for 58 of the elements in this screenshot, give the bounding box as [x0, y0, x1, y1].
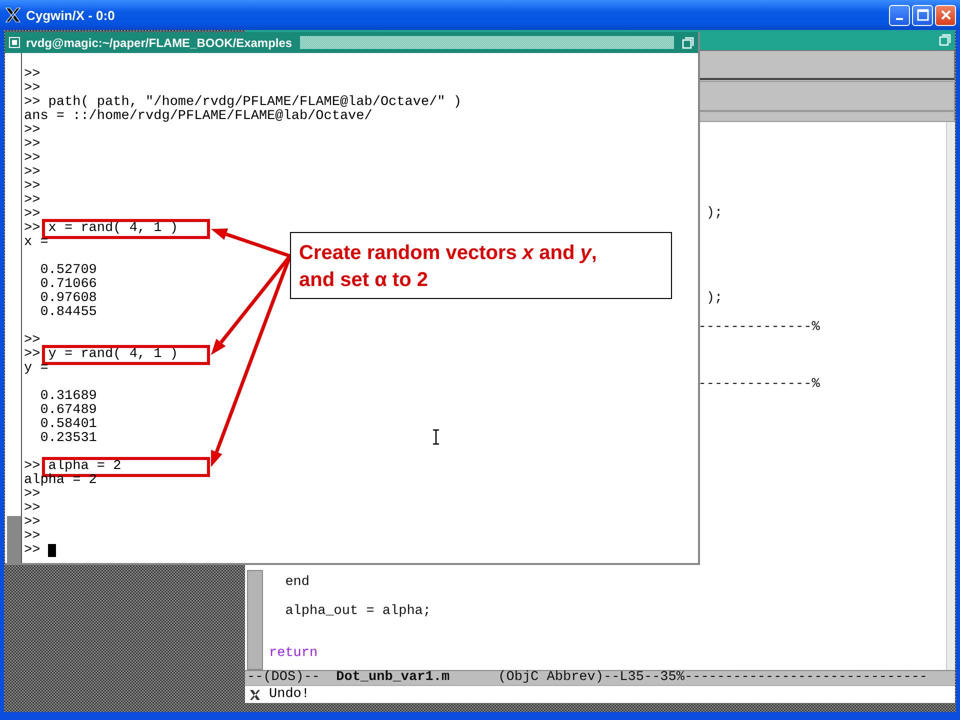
terminal-line: 0.97608 [39, 292, 97, 306]
terminal-line: 0.71066 [39, 278, 97, 292]
code-text: --------------% [698, 320, 820, 335]
maximize-icon[interactable] [682, 36, 694, 48]
terminal-line: 0.58401 [39, 418, 97, 432]
terminal-line: >> [24, 82, 40, 96]
scrollbar-thumb[interactable] [247, 570, 263, 670]
callout-text: Create random vectors x and y, [299, 241, 598, 266]
terminal-line: >> x = rand( 4, 1 ) [24, 222, 178, 236]
close-button[interactable] [935, 4, 956, 26]
scrollbar-thumb[interactable] [7, 516, 21, 563]
maximize-icon[interactable] [939, 34, 951, 46]
terminal-line: ans = ::/home/rvdg/PFLAME/FLAME@lab/Octave/ [24, 110, 372, 124]
terminal-line: >> [24, 152, 40, 166]
minimize-icon [896, 18, 903, 20]
terminal-line: >> y = rand( 4, 1 ) [24, 348, 178, 362]
terminal-line: >> [24, 502, 40, 516]
terminal-line: >> [24, 180, 40, 194]
terminal-line: 0.67489 [39, 404, 97, 418]
code-text: alpha_out = alpha; [285, 604, 432, 619]
window-menu-icon[interactable] [9, 37, 20, 48]
terminal-line: >> path( path, "/home/rvdg/PFLAME/FLAME@lab/Octave/" ) [24, 96, 462, 110]
window-title: Cygwin/X - 0:0 [26, 8, 115, 22]
terminal-line: >> alpha = 2 [24, 460, 122, 474]
code-text: --------------% [698, 376, 820, 392]
terminal-line: alpha = 2 [24, 474, 97, 488]
callout-text: and set α to 2 [299, 268, 429, 293]
terminal-line: 0.84455 [39, 306, 97, 320]
maximize-button[interactable] [912, 4, 933, 26]
text-cursor-icon [432, 429, 440, 445]
terminal-line: >> [24, 124, 40, 138]
close-icon [940, 9, 952, 21]
terminal-line: >> [24, 208, 40, 222]
maximize-icon [916, 9, 928, 21]
terminal-line: >> [24, 166, 40, 180]
terminal-line: >> [24, 488, 40, 502]
terminal-line: >> [24, 68, 40, 82]
code-text: ); [706, 291, 723, 306]
terminal-line: 0.31689 [39, 390, 97, 404]
x-logo-icon [249, 688, 261, 700]
code-text: end [285, 575, 310, 590]
keyword-text: return [269, 646, 318, 662]
code-text: ); [706, 206, 723, 222]
terminal-line: >> [24, 334, 40, 348]
terminal-line: y = [24, 362, 48, 376]
minimize-button[interactable] [889, 4, 910, 26]
minibuffer-message: Undo! [269, 687, 310, 702]
terminal-title: rvdg@magic:~/paper/FLAME_BOOK/Examples [26, 36, 292, 50]
x-logo-icon [4, 6, 22, 24]
terminal-line: 0.52709 [39, 264, 97, 278]
terminal-line: >> [24, 544, 40, 558]
scrollbar[interactable] [7, 53, 22, 563]
terminal-line: >> [24, 138, 40, 152]
terminal-line: >> [24, 530, 40, 544]
terminal-line: >> [24, 194, 40, 208]
terminal-line: >> [24, 516, 40, 530]
terminal-line: 0.23531 [39, 432, 97, 446]
terminal-line: x = [24, 236, 48, 250]
